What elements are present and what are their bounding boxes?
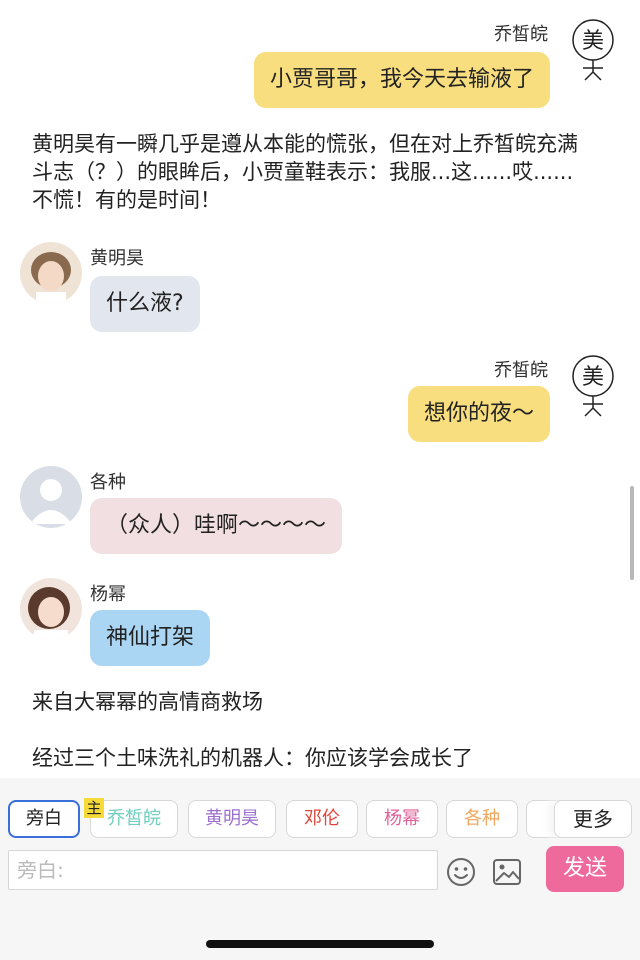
role-chip-narration[interactable]: 旁白	[8, 800, 80, 838]
role-chip-various[interactable]: 各种	[446, 800, 518, 838]
role-chip-huang-minghao[interactable]: 黄明昊	[188, 800, 276, 838]
narration-text: 经过三个土味洗礼的机器人：你应该学会成长了	[32, 746, 473, 770]
home-indicator	[206, 940, 434, 948]
image-icon[interactable]	[492, 858, 522, 886]
message-bubble[interactable]: （众人）哇啊～～～～	[90, 498, 343, 554]
avatar-photo-icon	[20, 242, 82, 304]
role-chip-yang-mi[interactable]: 杨幂	[366, 800, 438, 838]
avatar[interactable]	[20, 242, 82, 304]
chat-area: 乔皙皖 美 小贾哥哥，我今天去输液了 黄明昊有一瞬几乎是遵从本能的慌张，但在对上…	[0, 0, 640, 778]
narration-text: 黄明昊有一瞬几乎是遵从本能的慌张，但在对上乔皙皖充满斗志（？）的眼眸后，小贾童鞋…	[32, 132, 578, 212]
default-user-icon	[20, 466, 82, 528]
stick-figure-avatar[interactable]: 美	[568, 16, 618, 82]
stick-figure-avatar[interactable]: 美	[568, 352, 618, 418]
avatar[interactable]	[20, 466, 82, 528]
message-bubble[interactable]: 想你的夜～	[407, 386, 550, 442]
message-bubble[interactable]: 什么液?	[90, 276, 200, 332]
scrollbar[interactable]	[630, 486, 634, 580]
avatar[interactable]	[20, 578, 82, 640]
more-button[interactable]: 更多	[554, 800, 632, 838]
main-role-badge: 主	[84, 798, 104, 818]
role-chip-deng-lun[interactable]: 邓伦	[286, 800, 358, 838]
avatar-glyph: 美	[582, 29, 604, 54]
send-button[interactable]: 发送	[546, 846, 624, 892]
avatar-glyph: 美	[582, 365, 604, 390]
sender-name: 乔皙皖	[494, 24, 548, 45]
message-bubble[interactable]: 神仙打架	[90, 610, 211, 666]
message-input[interactable]: 旁白:	[8, 850, 438, 890]
narration-text: 来自大幂幂的高情商救场	[32, 690, 263, 714]
composer-panel: 旁白 乔皙皖 黄明昊 邓伦 杨幂 各种 大 主 更多 旁白: 发送	[0, 778, 640, 960]
sender-name: 乔皙皖	[494, 360, 548, 381]
sender-name: 黄明昊	[90, 248, 144, 269]
emoji-icon[interactable]	[446, 857, 476, 887]
sender-name: 杨幂	[90, 584, 126, 605]
message-bubble[interactable]: 小贾哥哥，我今天去输液了	[253, 52, 550, 108]
avatar-photo-icon	[20, 578, 82, 640]
sender-name: 各种	[90, 472, 126, 493]
